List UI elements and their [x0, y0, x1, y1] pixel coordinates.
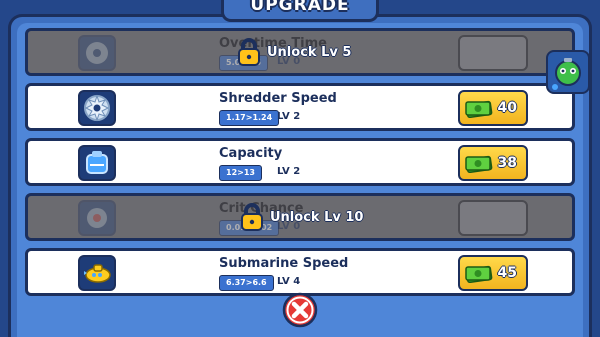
buy-cost: 38 — [497, 155, 517, 171]
upgrade-name: Submarine Speed — [219, 256, 349, 271]
buy-button-disabled — [458, 35, 528, 71]
upgrade-stat: 6.37>6.6 — [219, 275, 274, 291]
padlock-icon — [241, 203, 263, 231]
robot-helper-icon — [552, 58, 581, 90]
upgrade-stat: 12>13 — [219, 165, 262, 181]
title-tab: UPGRADE — [221, 0, 379, 22]
buy-button-disabled — [458, 200, 528, 236]
side-helper-button[interactable] — [546, 50, 590, 94]
close-x-icon[interactable] — [282, 292, 318, 328]
upgrade-row-capacity: Capacity 12>13 LV 2 38 — [25, 138, 575, 186]
capacity-tank-icon — [78, 145, 116, 181]
panel-title: UPGRADE — [250, 0, 350, 15]
upgrade-row-crit-chance: Crit Chance 0.01>0.02 LV 0 Unlock Lv 10 — [25, 193, 575, 241]
upgrade-row-submarine-speed: Submarine Speed 6.37>6.6 LV 4 45 — [25, 248, 575, 296]
upgrade-level: LV 4 — [277, 276, 301, 287]
upgrade-row-overtime: Overtime Time 5.0>5.5 LV 0 Unlock Lv 5 — [25, 28, 575, 76]
lock-overlay: Unlock Lv 10 — [238, 202, 363, 232]
submarine-icon — [78, 255, 116, 291]
cash-icon — [465, 100, 493, 118]
cash-icon — [465, 155, 493, 173]
lock-overlay: Unlock Lv 5 — [235, 37, 351, 67]
upgrade-level: LV 2 — [277, 111, 301, 122]
upgrade-stat: 1.17>1.24 — [219, 110, 280, 126]
unlock-label: Unlock Lv 5 — [267, 44, 352, 60]
buy-cost: 45 — [497, 265, 517, 281]
upgrade-row-shredder-speed: Shredder Speed 1.17>1.24 LV 2 40 — [25, 83, 575, 131]
upgrade-name: Capacity — [219, 146, 283, 161]
buy-cost: 40 — [497, 100, 517, 116]
buy-button[interactable]: 38 — [458, 145, 528, 181]
upgrade-level: LV 2 — [277, 166, 301, 177]
padlock-icon — [238, 38, 260, 66]
cash-icon — [465, 265, 493, 283]
buy-button[interactable]: 40 — [458, 90, 528, 126]
sawblade-icon — [78, 35, 116, 71]
unlock-label: Unlock Lv 10 — [270, 209, 364, 225]
crit-gear-icon — [78, 200, 116, 236]
buy-button[interactable]: 45 — [458, 255, 528, 291]
sawblade-icon — [78, 90, 116, 126]
upgrade-name: Shredder Speed — [219, 91, 337, 106]
